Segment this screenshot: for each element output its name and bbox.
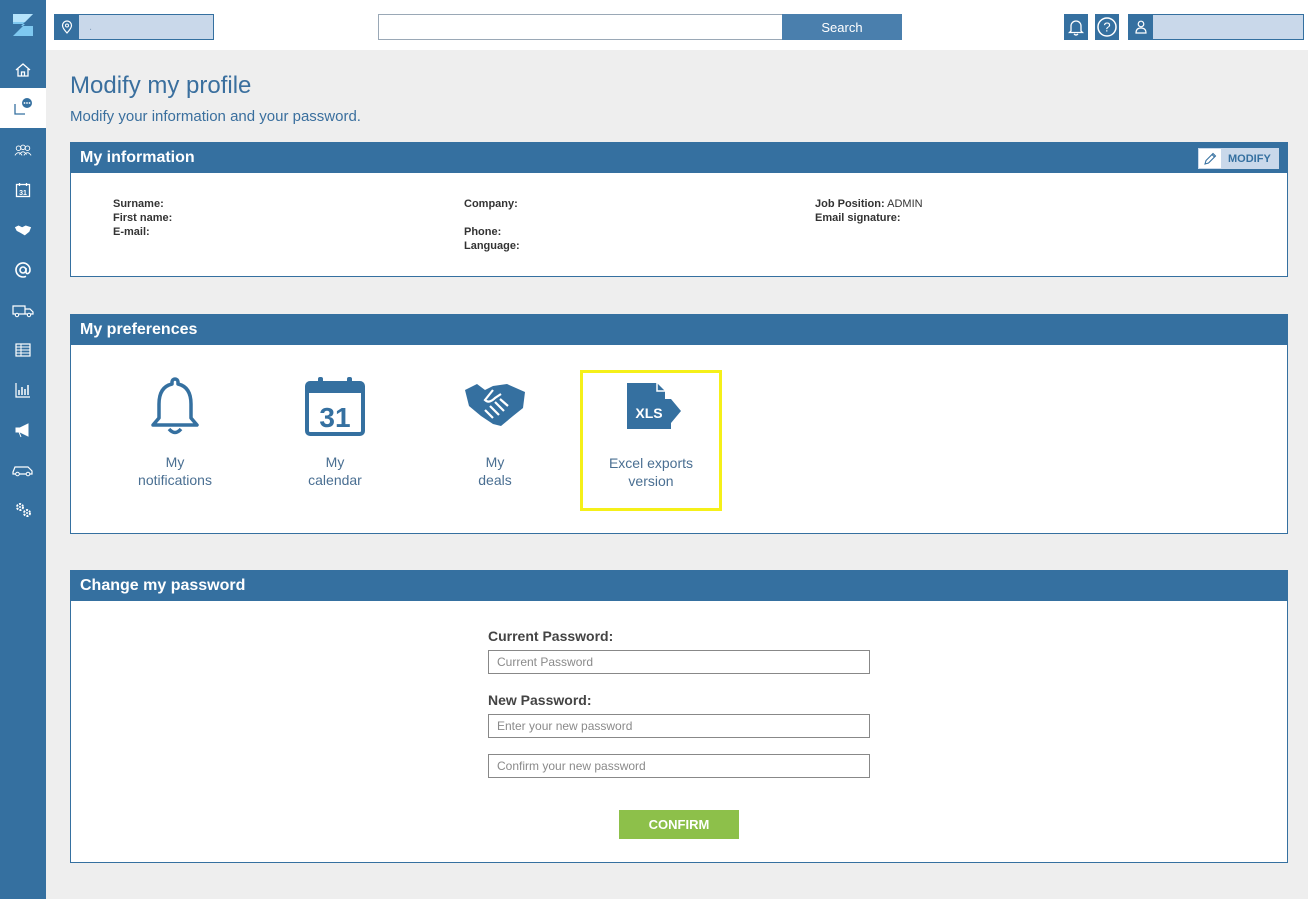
sidebar: 31	[0, 0, 46, 899]
nav-reports[interactable]	[0, 370, 46, 410]
new-password-label: New Password:	[488, 692, 592, 708]
my-preferences-panel: My preferences My notifications 31 My cale…	[70, 314, 1288, 534]
user-menu[interactable]	[1128, 14, 1304, 40]
info-column-job: Job Position: ADMIN Email signature:	[815, 197, 923, 225]
change-password-header: Change my password	[71, 571, 1287, 601]
xls-icon-text: XLS	[635, 405, 662, 421]
firstname-label: First name:	[113, 212, 173, 224]
contacts-icon	[14, 144, 32, 156]
nav-vehicles[interactable]	[0, 450, 46, 490]
nav-contacts[interactable]	[0, 130, 46, 170]
phone-label: Phone:	[464, 226, 502, 238]
surname-label: Surname:	[113, 198, 164, 210]
calendar-icon-number: 31	[319, 402, 350, 433]
my-information-panel: My information MODIFY Surname: First nam…	[70, 142, 1288, 277]
info-column-personal: Surname: First name: E-mail:	[113, 197, 172, 239]
page-subtitle: Modify your information and your passwor…	[70, 108, 361, 125]
pref-deals-line1: My	[485, 454, 505, 470]
nav-home[interactable]	[0, 50, 46, 90]
location-selector[interactable]: .	[54, 14, 214, 40]
calendar-icon: 31	[15, 183, 31, 198]
location-pin-icon	[55, 15, 79, 39]
pref-notifications-line2: notifications	[138, 472, 212, 488]
my-preferences-header: My preferences	[71, 315, 1287, 345]
pref-excel-line2: version	[628, 473, 674, 489]
location-value: .	[89, 21, 93, 33]
user-icon	[1129, 15, 1153, 39]
pref-calendar-line2: calendar	[308, 472, 362, 488]
pref-calendar-line1: My	[325, 454, 345, 470]
settings-gears-icon	[16, 503, 31, 517]
top-bar: . Search ?	[46, 0, 1308, 50]
bar-chart-icon	[15, 383, 30, 398]
modify-button[interactable]: MODIFY	[1198, 148, 1279, 169]
pencil-icon	[1199, 149, 1221, 168]
pref-excel-line1: Excel exports	[608, 455, 694, 471]
pref-excel-exports[interactable]: XLS Excel exports version	[580, 370, 722, 511]
activity-chat-icon	[14, 98, 32, 115]
handshake-icon	[465, 384, 525, 426]
modify-label: MODIFY	[1228, 152, 1271, 165]
nav-email[interactable]	[0, 250, 46, 290]
nav-deals[interactable]	[0, 210, 46, 250]
email-label: E-mail:	[113, 226, 150, 238]
pref-deals[interactable]: My deals	[425, 371, 565, 511]
page-title: Modify my profile	[70, 72, 252, 99]
pref-deals-line2: deals	[478, 472, 512, 488]
help-icon[interactable]: ?	[1095, 14, 1119, 40]
calendar-31-icon: 31	[305, 377, 365, 436]
new-password-input[interactable]	[488, 714, 870, 738]
nav-calendar[interactable]: 31	[0, 170, 46, 210]
company-label: Company:	[464, 198, 518, 210]
pref-notifications-line1: My	[165, 454, 185, 470]
search-button[interactable]: Search	[782, 14, 902, 40]
nav-delivery[interactable]	[0, 290, 46, 330]
search-input[interactable]	[378, 14, 783, 40]
job-position-value: ADMIN	[887, 198, 923, 210]
xls-file-icon: XLS	[627, 383, 681, 429]
confirm-button[interactable]: CONFIRM	[619, 810, 739, 839]
nav-campaigns[interactable]	[0, 410, 46, 450]
nav-table[interactable]	[0, 330, 46, 370]
email-signature-label: Email signature:	[815, 212, 901, 224]
svg-text:31: 31	[19, 190, 27, 197]
job-position-label: Job Position:	[815, 198, 885, 210]
my-information-header: My information MODIFY	[71, 143, 1287, 173]
email-at-icon	[15, 262, 31, 278]
current-password-label: Current Password:	[488, 628, 614, 644]
info-column-company: Company: Phone: Language:	[464, 197, 520, 253]
my-preferences-title: My preferences	[80, 321, 198, 338]
logo-z-icon	[13, 14, 33, 36]
notifications-bell-icon[interactable]	[1064, 14, 1088, 40]
my-information-title: My information	[80, 149, 195, 166]
delivery-truck-icon	[12, 305, 34, 318]
deals-handshake-icon	[14, 225, 32, 236]
car-icon	[12, 466, 33, 477]
change-password-panel: Change my password Current Password: New…	[70, 570, 1288, 863]
nav-activity[interactable]	[0, 88, 46, 128]
language-label: Language:	[464, 240, 520, 252]
svg-text:?: ?	[1103, 20, 1110, 35]
nav-settings[interactable]	[0, 490, 46, 530]
notification-bell-icon	[151, 377, 199, 435]
current-password-input[interactable]	[488, 650, 870, 674]
pref-notifications[interactable]: My notifications	[105, 371, 245, 511]
change-password-title: Change my password	[80, 577, 246, 594]
megaphone-icon	[15, 423, 29, 438]
pref-calendar[interactable]: 31 My calendar	[265, 371, 405, 511]
table-icon	[15, 343, 31, 357]
home-icon	[15, 63, 31, 77]
app-logo[interactable]	[0, 0, 46, 50]
confirm-password-input[interactable]	[488, 754, 870, 778]
